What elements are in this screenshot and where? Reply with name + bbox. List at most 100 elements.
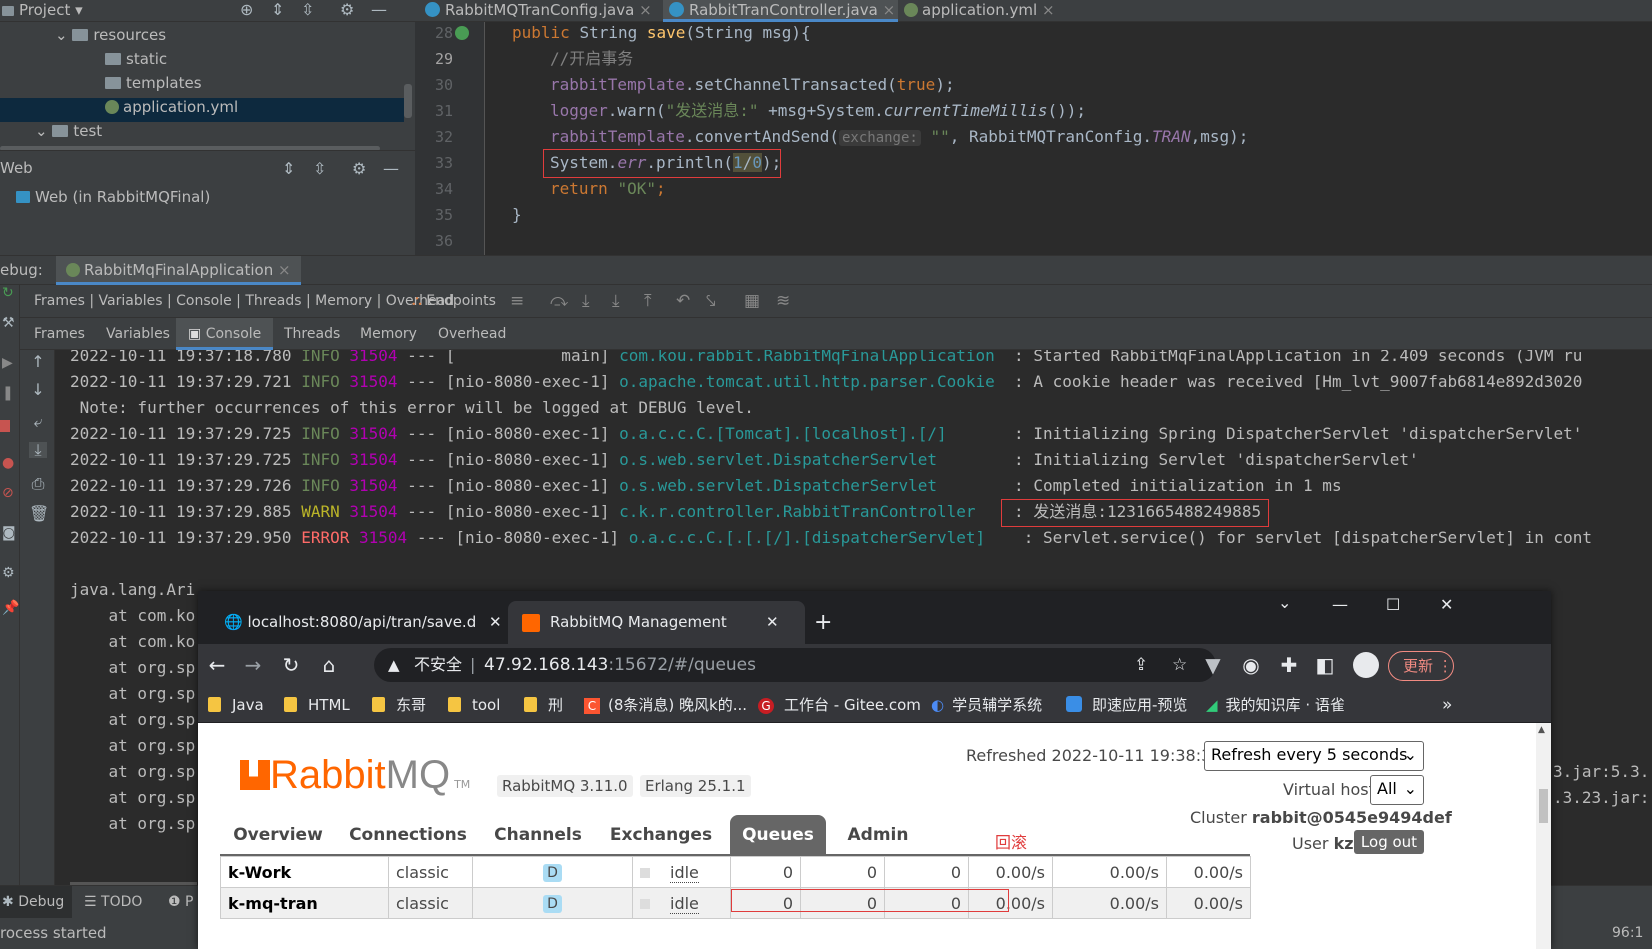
scroll-to-end-icon[interactable]: ⤓ [29, 442, 47, 458]
address-bar[interactable]: ▲ 不安全 | 47.92.168.143:15672/#/queues ⇪ ☆ [374, 648, 1216, 682]
bookmark-java[interactable]: Java [208, 687, 264, 723]
nav-queues[interactable]: Queues [730, 815, 826, 855]
cursor-position[interactable]: 96:1 [1612, 918, 1643, 948]
sidepanel-icon[interactable]: ◧ [1312, 644, 1338, 687]
soft-wrap-icon[interactable]: ⤶ [29, 414, 47, 430]
force-step-into-icon[interactable]: ⤓ [612, 291, 620, 311]
tab-variables[interactable]: Variables [106, 318, 170, 350]
run-to-cursor-icon[interactable]: ⤥ [706, 291, 716, 311]
bottom-tab-debug[interactable]: ✱ Debug [0, 886, 73, 918]
step-over-icon[interactable]: ⤼ [550, 291, 568, 311]
debug-config-tab[interactable]: RabbitMqFinalApplication × [56, 256, 301, 285]
close-icon[interactable]: × [1042, 1, 1055, 19]
nav-channels[interactable]: Channels [490, 815, 586, 855]
expand-all-icon[interactable]: ⇕ [271, 0, 284, 20]
star-icon[interactable]: ☆ [1172, 648, 1187, 682]
nav-exchanges[interactable]: Exchanges [606, 815, 716, 855]
resume-icon[interactable]: ▶ [2, 355, 13, 371]
endpoints-button[interactable]: ⛬ Endpoints [412, 285, 496, 318]
puzzle-icon[interactable]: ✚ [1276, 644, 1302, 687]
nav-overview[interactable]: Overview [228, 815, 328, 855]
layout-tabs-toggle[interactable]: Frames | Variables | Console | Threads |… [34, 285, 454, 318]
evaluate-icon[interactable]: ▦ [744, 291, 760, 311]
browser-tab-rabbitmq[interactable]: RabbitMQ Management ✕ [508, 601, 805, 644]
vpn-icon[interactable]: ▼ [1200, 644, 1226, 687]
tab-console[interactable]: ▣ Console [176, 318, 274, 350]
minimize-icon[interactable]: — [383, 159, 399, 178]
run-gutter-icon[interactable] [455, 26, 469, 40]
trash-icon[interactable]: 🗑 [29, 506, 49, 522]
tree-item-static[interactable]: static [105, 50, 167, 68]
nav-connections[interactable]: Connections [346, 815, 470, 855]
minimize-icon[interactable]: — [371, 0, 387, 20]
tab-threads[interactable]: Threads [284, 318, 340, 350]
project-scrollbar[interactable] [404, 84, 412, 118]
tree-item-resources[interactable]: ⌄ resources [55, 26, 166, 44]
profile-avatar[interactable] [1353, 652, 1379, 678]
table-row[interactable]: k-Work classic D idle 0 0 0 0.00/s 0.00/… [220, 856, 1251, 888]
queue-name[interactable]: k-Work [220, 856, 389, 888]
tab-rabbit-tran-controller[interactable]: RabbitTranController.java × [663, 0, 898, 22]
settings-icon[interactable]: ⚙ [2, 565, 15, 581]
queue-name[interactable]: k-mq-tran [220, 887, 389, 919]
scroll-up-icon[interactable]: ▲ [1538, 725, 1545, 735]
close-window-icon[interactable]: ✕ [1440, 595, 1453, 614]
code-editor[interactable]: public String save(String msg){ //开启事务 r… [486, 22, 1652, 255]
up-arrow-icon[interactable]: ↑ [29, 354, 47, 370]
scroll-thumb[interactable] [1539, 789, 1548, 823]
collapse-all-icon[interactable]: ⇳ [301, 0, 314, 20]
bookmark-yuque[interactable]: ◢ 我的知识库 · 语雀 [1206, 687, 1345, 723]
tab-application-yml[interactable]: application.yml × [898, 0, 1078, 22]
reload-icon[interactable]: ↻ [278, 644, 304, 687]
wrench-icon[interactable]: ⚒ [2, 315, 15, 331]
pause-icon[interactable]: ❚ [2, 385, 14, 401]
tab-overhead[interactable]: Overhead [438, 318, 506, 350]
tree-item-templates[interactable]: templates [105, 74, 202, 92]
close-icon[interactable]: × [639, 1, 652, 19]
down-arrow-icon[interactable]: ↓ [29, 382, 47, 398]
forward-icon[interactable]: → [240, 644, 266, 687]
page-scrollbar[interactable]: ▲ [1536, 723, 1551, 949]
bookmark-dongge[interactable]: 东哥 [372, 687, 426, 723]
home-icon[interactable]: ⌂ [316, 644, 342, 687]
print-icon[interactable]: ⎙ [29, 476, 47, 492]
bookmark-jisu[interactable]: 即速应用-预览 [1066, 687, 1187, 723]
back-icon[interactable]: ← [204, 644, 230, 687]
tab-frames[interactable]: Frames [34, 318, 85, 350]
bookmark-html[interactable]: HTML [284, 687, 350, 723]
tab-memory[interactable]: Memory [360, 318, 417, 350]
locate-icon[interactable]: ⊕ [240, 0, 253, 20]
close-icon[interactable]: ✕ [766, 601, 779, 644]
gear-icon[interactable]: ⚙ [352, 159, 366, 178]
chevron-down-icon[interactable]: ⌄ [1278, 593, 1291, 612]
refresh-select[interactable]: Refresh every 5 seconds ⌄ [1204, 741, 1424, 771]
extension-icon[interactable]: ◉ [1238, 644, 1264, 687]
bottom-tab-problems[interactable]: ❶ P [168, 886, 193, 918]
browser-tab-localhost[interactable]: 🌐 localhost:8080/api/tran/save.d ✕ [208, 601, 505, 644]
camera-icon[interactable]: ◙ [2, 525, 16, 541]
mute-breakpoints-icon[interactable]: ⊘ [2, 485, 14, 501]
tree-item-application-yml[interactable]: application.yml [0, 98, 404, 122]
expand-all-icon[interactable]: ⇕ [282, 159, 295, 178]
bookmarks-more[interactable]: » [1442, 687, 1452, 723]
step-into-icon[interactable]: ⤓ [582, 291, 590, 311]
new-tab-icon[interactable]: + [814, 601, 832, 644]
minimize-window-icon[interactable]: — [1332, 595, 1348, 614]
pin-icon[interactable]: 📌 [2, 600, 19, 616]
logout-button[interactable]: Log out [1354, 830, 1424, 854]
nav-admin[interactable]: Admin [838, 815, 918, 855]
collapse-all-icon[interactable]: ⇳ [313, 159, 326, 178]
breakpoints-icon[interactable]: ● [2, 455, 14, 471]
bookmark-gitee[interactable]: G 工作台 - Gitee.com [758, 687, 921, 723]
project-title[interactable]: Project ▾ [2, 0, 83, 20]
trace-icon[interactable]: ≋ [776, 291, 790, 311]
bookmark-xing[interactable]: 刑 [524, 687, 563, 723]
close-icon[interactable]: ✕ [489, 613, 502, 631]
close-icon[interactable]: × [278, 261, 291, 279]
bookmark-xueyuan[interactable]: ◐ 学员辅学系统 [931, 687, 1042, 723]
drop-frame-icon[interactable]: ↶ [676, 291, 690, 311]
stop-icon[interactable] [0, 420, 10, 432]
rerun-icon[interactable]: ↻ [2, 285, 14, 301]
tree-item-test[interactable]: ⌄ test [35, 122, 102, 140]
bottom-tab-todo[interactable]: ☰ TODO [84, 886, 142, 918]
